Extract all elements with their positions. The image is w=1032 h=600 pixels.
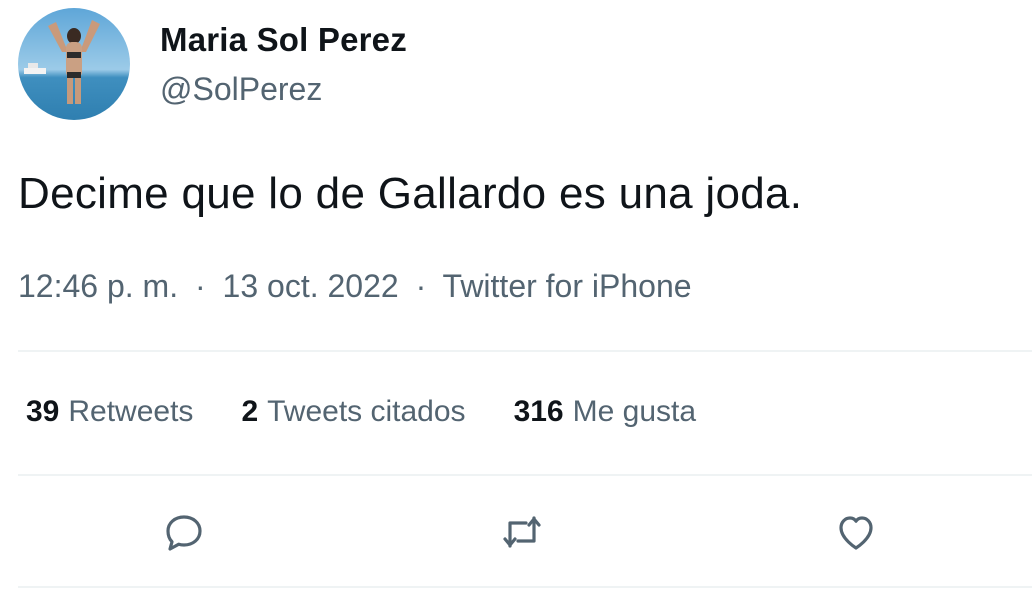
tweet-meta: 12:46 p. m. · 13 oct. 2022 · Twitter for…: [18, 266, 692, 306]
avatar-photo: [18, 8, 130, 120]
tweet-header: Maria Sol Perez @SolPerez: [18, 8, 407, 124]
tweet-stats: 39 Retweets 2 Tweets citados 316 Me gust…: [26, 392, 744, 432]
avatar[interactable]: [18, 8, 130, 120]
heart-icon: [839, 516, 873, 550]
likes-stat[interactable]: 316 Me gusta: [514, 392, 696, 432]
user-names: Maria Sol Perez @SolPerez: [160, 8, 407, 108]
retweet-button[interactable]: [490, 500, 554, 564]
divider: [18, 586, 1032, 588]
quote-tweets-stat[interactable]: 2 Tweets citados: [241, 392, 465, 432]
tweet-time[interactable]: 12:46 p. m.: [18, 268, 178, 304]
meta-separator: ·: [194, 268, 206, 304]
reply-icon: [166, 515, 202, 551]
quote-tweets-label: Tweets citados: [267, 395, 466, 428]
display-name[interactable]: Maria Sol Perez: [160, 20, 407, 60]
tweet-date[interactable]: 13 oct. 2022: [223, 268, 399, 304]
tweet-text: Decime que lo de Gallardo es una joda.: [18, 169, 803, 218]
tweet-actions: [0, 500, 1032, 564]
tweet-card: Maria Sol Perez @SolPerez Decime que lo …: [0, 0, 1032, 600]
divider: [18, 350, 1032, 352]
likes-label: Me gusta: [572, 395, 697, 428]
user-handle[interactable]: @SolPerez: [160, 70, 407, 108]
retweet-icon: [503, 516, 541, 548]
likes-count: 316: [513, 395, 564, 428]
retweets-count: 39: [26, 395, 60, 428]
retweets-stat[interactable]: 39 Retweets: [26, 392, 193, 432]
divider: [18, 474, 1032, 476]
tweet-source[interactable]: Twitter for iPhone: [443, 268, 692, 304]
like-button[interactable]: [824, 500, 888, 564]
meta-separator: ·: [415, 268, 427, 304]
quote-tweets-count: 2: [241, 395, 259, 428]
retweets-label: Retweets: [68, 395, 194, 428]
reply-button[interactable]: [152, 500, 216, 564]
